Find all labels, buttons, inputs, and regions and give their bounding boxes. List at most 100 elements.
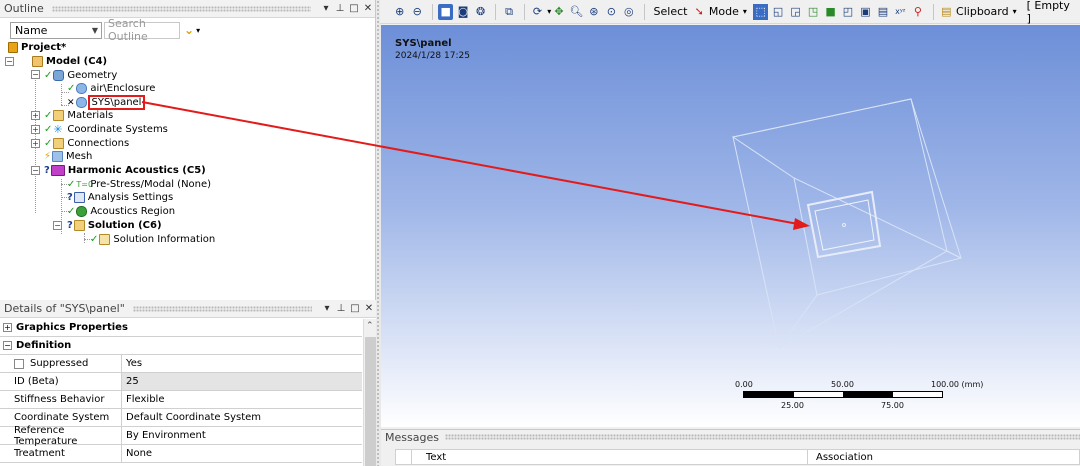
rotate-icon[interactable]: ⟳ — [530, 4, 545, 20]
pin-select-icon[interactable]: ⚲ — [910, 4, 925, 20]
select-button[interactable]: Select — [654, 5, 688, 18]
column-header-text[interactable]: Text — [412, 450, 808, 464]
property-row-id[interactable]: ID (Beta) 25 — [0, 373, 362, 391]
collapse-toggle[interactable]: − — [31, 166, 40, 175]
collapse-toggle[interactable]: − — [5, 57, 14, 66]
edge-display-icon[interactable]: ❂ — [473, 4, 488, 20]
tree-item-project[interactable]: Project* — [8, 41, 66, 54]
expand-toggle[interactable]: + — [3, 323, 12, 332]
mode-button[interactable]: Mode — [709, 5, 739, 18]
dropdown-icon[interactable]: ▾ — [743, 7, 747, 16]
zoom-fit-icon[interactable]: ⊙ — [604, 4, 619, 20]
body-icon — [75, 97, 87, 108]
graphics-viewport[interactable]: SYS\panel 2024/1/28 17:25 0.00 50.00 100… — [381, 25, 1080, 427]
shaded-display-icon[interactable]: ■ — [437, 3, 454, 20]
tree-item-label: Connections — [67, 138, 130, 149]
property-value[interactable]: Flexible — [122, 391, 362, 408]
select-element-icon[interactable]: ▣ — [858, 4, 873, 20]
region-icon — [76, 206, 88, 217]
tree-item-label: Analysis Settings — [87, 192, 174, 203]
zoom-out-icon[interactable]: ⊖ — [409, 4, 424, 20]
chevron-down-icon: ▼ — [91, 25, 98, 35]
checkbox[interactable] — [14, 358, 24, 369]
clipboard-icon[interactable]: ▤ — [939, 4, 954, 20]
select-body-icon[interactable]: ■ — [823, 4, 838, 20]
pin-icon[interactable]: ⊥ — [334, 303, 348, 314]
pan-icon[interactable]: ✥ — [551, 4, 566, 20]
select-face-green-icon[interactable]: ◳ — [805, 4, 820, 20]
search-input[interactable]: Search Outline — [104, 17, 180, 43]
expand-toggle[interactable]: + — [31, 111, 40, 120]
magnifier-icon[interactable]: ◎ — [621, 4, 636, 20]
scrollbar-thumb[interactable] — [365, 337, 376, 466]
property-row-reference-temperature[interactable]: Reference Temperature By Environment — [0, 425, 362, 447]
expand-toggle[interactable]: + — [31, 139, 40, 148]
close-icon[interactable]: ✕ — [362, 303, 376, 314]
zoom-icon[interactable]: 🔍︎ — [569, 4, 584, 20]
tree-item-air-enclosure[interactable]: ✓ air\Enclosure — [67, 82, 155, 95]
box-zoom-icon[interactable]: ⊛ — [586, 4, 601, 20]
property-value[interactable]: None — [122, 445, 362, 462]
property-value[interactable]: By Environment — [122, 427, 362, 444]
tree-item-sys-panel[interactable]: ✕ SYS\panel — [67, 95, 146, 110]
property-row-suppressed[interactable]: Suppressed Yes — [0, 355, 362, 373]
tree-item-acoustics-region[interactable]: ✓ Acoustics Region — [67, 205, 175, 218]
scroll-up-icon[interactable]: ⌃ — [366, 321, 374, 331]
select-edge-icon[interactable]: ◱ — [770, 4, 785, 20]
zoom-in-icon[interactable]: ⊕ — [392, 4, 407, 20]
tree-line — [61, 84, 62, 105]
select-mesh-icon[interactable]: ▤ — [875, 4, 890, 20]
tree-item-prestress[interactable]: ✓ T=0 Pre-Stress/Modal (None) — [67, 178, 211, 191]
dropdown-icon[interactable]: ▾ — [1013, 7, 1017, 16]
select-node-icon[interactable]: ◰ — [840, 4, 855, 20]
property-value[interactable]: 25 — [122, 373, 362, 390]
tree-item-geometry[interactable]: ✓ Geometry — [44, 69, 117, 82]
connections-icon — [53, 138, 65, 149]
property-row-treatment[interactable]: Treatment None — [0, 445, 362, 463]
grip-dots — [444, 434, 1080, 440]
tree-item-solution-information[interactable]: ✓ Solution Information — [90, 233, 215, 246]
property-value[interactable]: Default Coordinate System — [122, 409, 362, 426]
view-frame-icon[interactable]: ⧉ — [501, 4, 516, 20]
filter-combo[interactable]: Name ▼ — [10, 21, 102, 39]
tree-item-mesh[interactable]: ⚡ Mesh — [44, 150, 92, 163]
tree-item-materials[interactable]: ✓ Materials — [44, 109, 113, 122]
clipboard-button[interactable]: Clipboard — [956, 5, 1009, 18]
tree-item-connections[interactable]: ✓ Connections — [44, 137, 129, 150]
tree-item-analysis-settings[interactable]: ? Analysis Settings — [67, 191, 173, 204]
tree-item-label: Mesh — [66, 151, 93, 162]
wireframe-icon[interactable]: ◙ — [455, 4, 470, 20]
xyz-icon[interactable]: xʸᶻ — [893, 4, 908, 20]
group-definition[interactable]: − Definition — [0, 337, 362, 355]
dropdown-icon[interactable]: ▾ — [319, 3, 333, 14]
group-graphics-properties[interactable]: + Graphics Properties — [0, 319, 362, 337]
select-face-icon[interactable]: ◲ — [788, 4, 803, 20]
maximize-icon[interactable]: □ — [348, 303, 362, 314]
collapse-toggle[interactable]: − — [3, 341, 12, 350]
maximize-icon[interactable]: □ — [347, 3, 361, 14]
group-label: Graphics Properties — [16, 322, 128, 333]
outline-tree: Project* − Model (C4) − ✓ Geometry ✓ air… — [0, 40, 376, 296]
close-icon[interactable]: ✕ — [361, 3, 375, 14]
collapse-toggle[interactable]: − — [31, 70, 40, 79]
column-header-association[interactable]: Association — [808, 450, 1079, 464]
model-wireframe — [731, 98, 962, 349]
cursor-icon[interactable]: ➘ — [691, 4, 706, 20]
dropdown-icon[interactable]: ▾ — [320, 303, 334, 314]
check-icon: ✓ — [44, 138, 53, 149]
collapse-toggle[interactable]: − — [53, 221, 62, 230]
property-value[interactable]: Yes — [122, 355, 362, 372]
separator — [431, 3, 433, 20]
pin-icon[interactable]: ⊥ — [333, 3, 347, 14]
scale-label: 75.00 — [881, 401, 904, 410]
tree-item-solution[interactable]: ? Solution (C6) — [67, 219, 162, 232]
tree-item-model[interactable]: Model (C4) — [32, 55, 107, 68]
expand-tree-icon[interactable]: ⌄ — [184, 23, 194, 37]
expand-toggle[interactable]: + — [31, 125, 40, 134]
tree-item-coordinate-systems[interactable]: ✓ ✳ Coordinate Systems — [44, 123, 168, 136]
property-row-stiffness[interactable]: Stiffness Behavior Flexible — [0, 391, 362, 409]
select-vertex-icon[interactable]: ⬚ — [752, 3, 769, 20]
details-scrollbar[interactable]: ⌃ — [363, 319, 376, 466]
dropdown-icon[interactable]: ▾ — [196, 26, 200, 35]
tree-item-harmonic-acoustics[interactable]: ? Harmonic Acoustics (C5) — [44, 164, 206, 177]
